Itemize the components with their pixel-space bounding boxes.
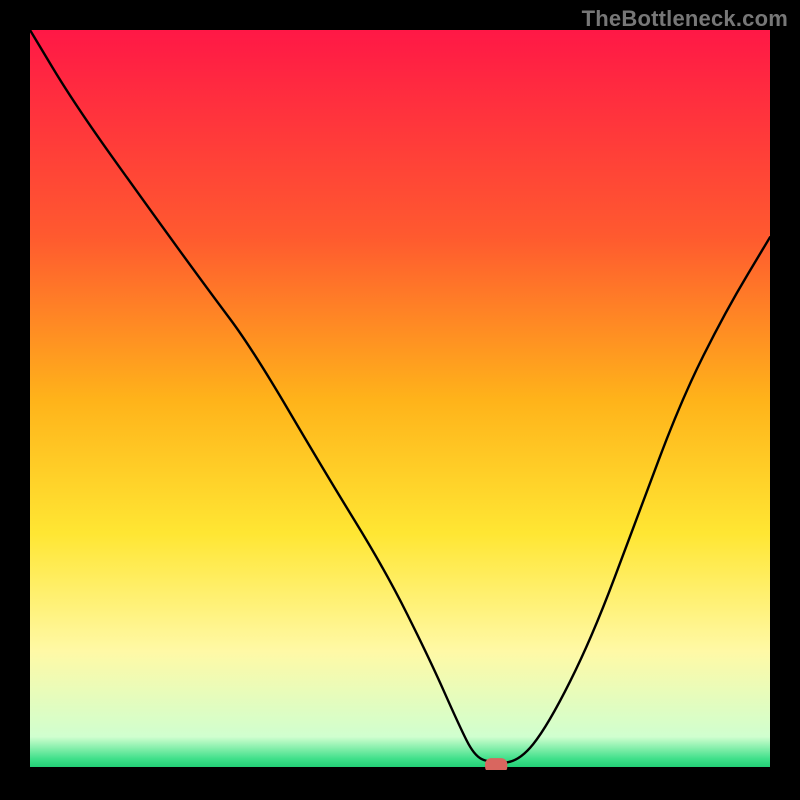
chart-svg <box>30 30 770 770</box>
gradient-background <box>30 30 770 770</box>
chart-frame: TheBottleneck.com <box>0 0 800 800</box>
watermark-text: TheBottleneck.com <box>582 6 788 32</box>
x-axis-baseline <box>30 767 770 770</box>
plot-area <box>30 30 770 770</box>
optimal-marker <box>485 758 507 770</box>
